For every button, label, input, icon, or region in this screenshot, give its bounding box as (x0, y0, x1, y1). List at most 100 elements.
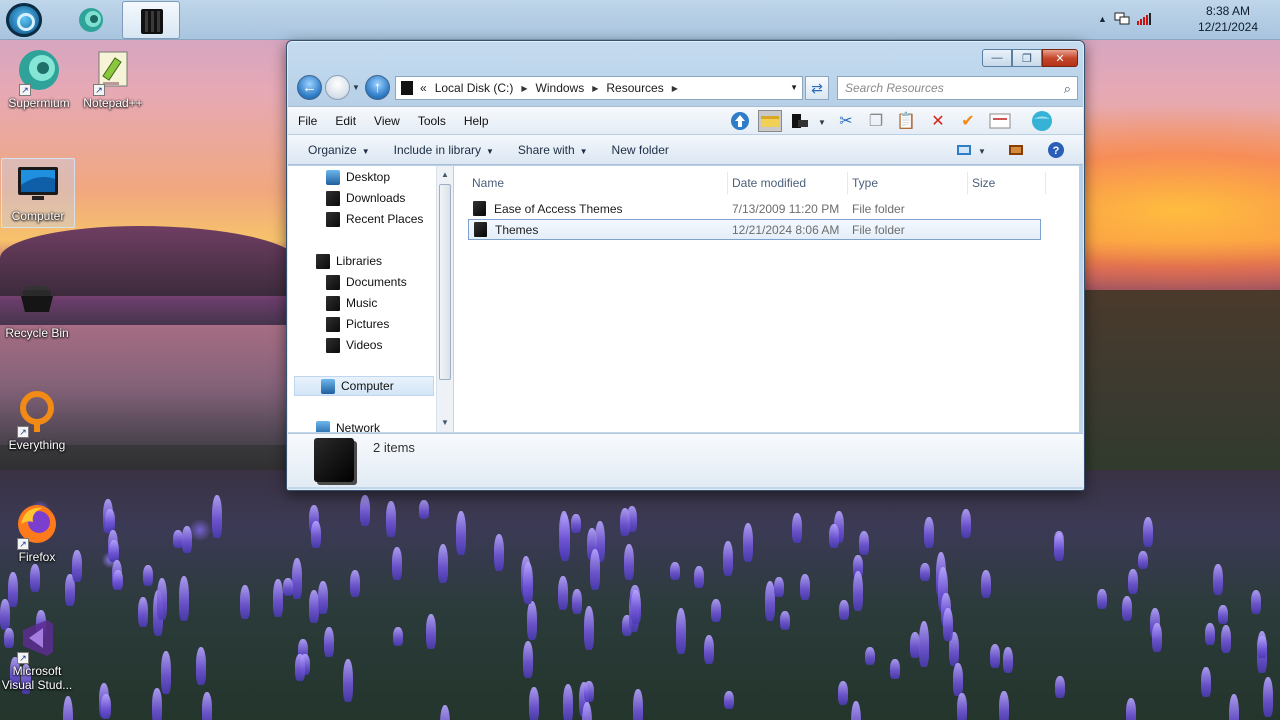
include-in-library-button[interactable]: Include in library ▼ (390, 143, 498, 157)
include-label: Include in library (393, 142, 481, 157)
nav-downloads[interactable]: Downloads (288, 188, 434, 208)
view-dropdown-icon[interactable]: ▼ (978, 147, 986, 156)
close-icon: ✕ (1055, 52, 1065, 65)
nav-music[interactable]: Music (288, 293, 434, 313)
copy-icon[interactable]: ❐ (864, 110, 888, 132)
flower-shape (343, 659, 353, 702)
desktop-icon-computer[interactable]: Computer (1, 158, 75, 228)
desktop-icon-label: Recycle Bin (5, 326, 69, 340)
up-folder-icon[interactable] (728, 110, 752, 132)
desktop-icon-visual-studio[interactable]: ↗ Microsoft Visual Stud... (0, 614, 74, 692)
nav-scrollbar[interactable]: ▲ ▼ (436, 166, 453, 432)
crumb-chevron-icon[interactable]: ▶ (672, 84, 678, 93)
flower-shape (559, 511, 569, 558)
nav-recent-places[interactable]: Recent Places (288, 209, 434, 229)
menu-edit[interactable]: Edit (327, 114, 364, 128)
desktop-icon-everything[interactable]: ↗ Everything (0, 388, 74, 452)
clock-date: 12/21/2024 (1197, 20, 1258, 34)
nav-label: Music (346, 296, 378, 310)
organize-label: Organize (308, 142, 357, 157)
desktop-icon-recycle-bin[interactable]: Recycle Bin (0, 276, 74, 340)
folder-view-icon[interactable] (758, 110, 782, 132)
flower-shape (724, 691, 734, 709)
flower-shape (426, 614, 436, 649)
column-header-size[interactable]: Size (968, 172, 1046, 194)
tool-dropdown-icon[interactable]: ▼ (818, 118, 826, 127)
nav-computer[interactable]: Computer (294, 376, 434, 396)
desktop-icon-notepadpp[interactable]: ↗ Notepad++ (76, 46, 150, 110)
menu-help[interactable]: Help (456, 114, 497, 128)
address-bar[interactable]: « Local Disk (C:) ▶ Windows ▶ Resources … (395, 76, 803, 100)
clock[interactable]: 8:38 AM 12/21/2024 (1198, 3, 1258, 35)
cut-icon[interactable]: ✂ (834, 110, 858, 132)
recent-pages-dropdown-icon[interactable]: ▼ (352, 83, 360, 92)
computer-tool-icon[interactable] (788, 110, 812, 132)
menu-bar: File Edit View Tools Help ▼ ✂ ❐ 📋 ✕ ✔ (288, 106, 1083, 134)
preview-pane-icon[interactable] (1004, 139, 1028, 161)
menu-view[interactable]: View (366, 114, 408, 128)
nav-network[interactable]: Network (288, 418, 434, 432)
flower-shape (838, 681, 848, 705)
restore-icon: ❐ (1022, 52, 1032, 65)
address-overflow[interactable]: « (420, 81, 427, 95)
properties-icon[interactable] (988, 110, 1012, 132)
nav-libraries[interactable]: Libraries (288, 251, 434, 271)
up-button[interactable]: ↑ (365, 75, 390, 100)
flower-shape (780, 611, 790, 630)
search-input[interactable]: Search Resources ⌕ (837, 76, 1078, 100)
new-folder-button[interactable]: New folder (608, 143, 673, 157)
minimize-button[interactable]: — (982, 49, 1012, 67)
flower-shape (961, 509, 971, 538)
crumb-chevron-icon[interactable]: ▶ (521, 84, 527, 93)
network-icon[interactable] (1114, 12, 1130, 26)
desktop-icon-supermium[interactable]: ↗ Supermium (2, 46, 76, 110)
paste-icon[interactable]: 📋 (894, 110, 918, 132)
column-header-type[interactable]: Type (848, 172, 968, 194)
column-header-date[interactable]: Date modified (728, 172, 848, 194)
crumb-resources[interactable]: Resources (606, 81, 663, 95)
flower-shape (105, 509, 115, 532)
menu-tools[interactable]: Tools (410, 114, 454, 128)
start-button[interactable] (6, 3, 42, 37)
crumb-local-disk[interactable]: Local Disk (C:) (435, 81, 514, 95)
tray-overflow-icon[interactable]: ▲ (1098, 14, 1107, 24)
file-row[interactable]: Ease of Access Themes 7/13/2009 11:20 PM… (468, 198, 1041, 219)
back-button[interactable]: ← (297, 75, 322, 100)
nav-pictures[interactable]: Pictures (288, 314, 434, 334)
desktop-icon-label: Notepad++ (83, 96, 143, 110)
checkmark-icon[interactable]: ✔ (956, 110, 980, 132)
flower-shape (1122, 596, 1132, 621)
flower-shape (324, 627, 334, 657)
column-header-name[interactable]: Name (468, 172, 728, 194)
organize-button[interactable]: Organize ▼ (304, 143, 374, 157)
share-with-button[interactable]: Share with ▼ (514, 143, 592, 157)
forward-button[interactable] (325, 75, 350, 100)
nav-videos[interactable]: Videos (288, 335, 434, 355)
change-view-icon[interactable] (952, 139, 976, 161)
flower-shape (1055, 676, 1065, 698)
column-label: Type (852, 176, 879, 190)
maximize-button[interactable]: ❐ (1012, 49, 1042, 67)
delete-icon[interactable]: ✕ (926, 110, 950, 132)
taskbar-app-explorer[interactable] (122, 1, 180, 39)
chevron-down-icon: ▼ (579, 146, 588, 156)
crumb-windows[interactable]: Windows (536, 81, 585, 95)
address-dropdown-icon[interactable]: ▼ (790, 83, 798, 92)
desktop-icon-firefox[interactable]: ↗ Firefox (0, 500, 74, 564)
refresh-button[interactable]: ⇄ (805, 76, 829, 100)
nav-desktop[interactable]: Desktop (288, 167, 434, 187)
volume-icon[interactable] (1136, 12, 1152, 26)
crumb-chevron-icon[interactable]: ▶ (592, 84, 598, 93)
menu-file[interactable]: File (290, 114, 325, 128)
scroll-down-icon[interactable]: ▼ (441, 418, 449, 427)
globe-icon[interactable] (1030, 110, 1054, 132)
scroll-up-icon[interactable]: ▲ (441, 170, 449, 179)
nav-documents[interactable]: Documents (288, 272, 434, 292)
flower-shape (393, 627, 403, 646)
file-row-selected[interactable]: Themes 12/21/2024 8:06 AM File folder (468, 219, 1041, 240)
search-icon[interactable]: ⌕ (1064, 81, 1071, 97)
scroll-thumb[interactable] (439, 184, 451, 380)
taskbar-app-supermium[interactable] (62, 1, 120, 39)
help-icon[interactable]: ? (1044, 139, 1068, 161)
close-button[interactable]: ✕ (1042, 49, 1078, 67)
